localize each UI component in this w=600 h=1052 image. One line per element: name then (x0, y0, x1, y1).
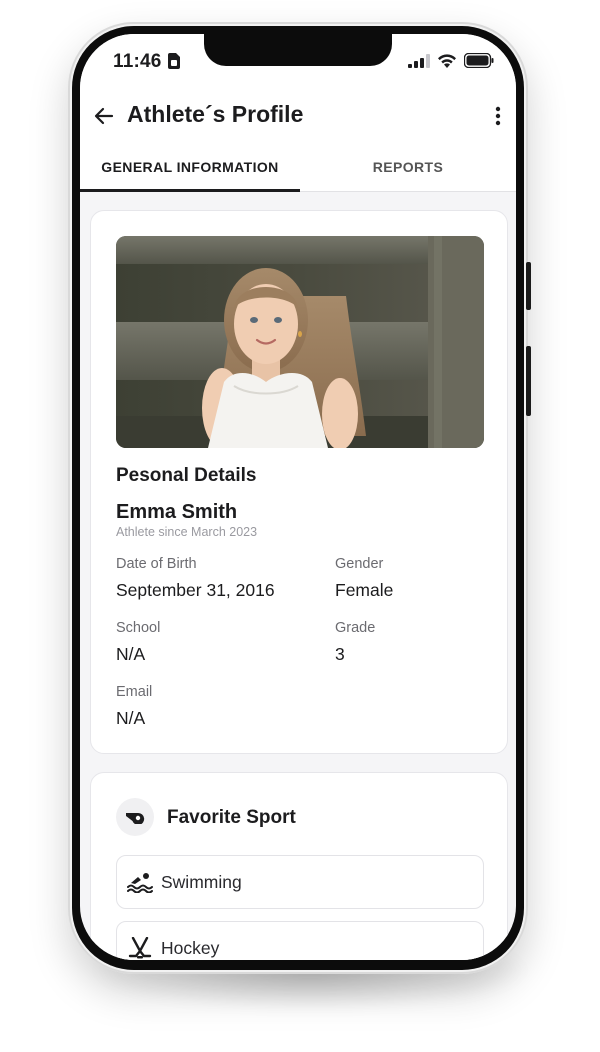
sport-item-swimming[interactable]: Swimming (116, 855, 484, 909)
school-value: N/A (116, 644, 146, 664)
tab-reports[interactable]: REPORTS (300, 142, 516, 192)
email-value: N/A (116, 708, 146, 728)
swimming-icon (127, 871, 153, 898)
school-label: School (116, 620, 161, 636)
tab-selected-indicator (80, 189, 300, 192)
page-title: Athlete´s Profile (127, 101, 304, 127)
tab-bar: GENERAL INFORMATION REPORTS (80, 142, 516, 192)
sport-item-hockey[interactable]: Hockey (116, 921, 484, 960)
side-button-volume (526, 262, 531, 310)
sport-item-label: Swimming (161, 872, 242, 892)
cellular-signal-icon (408, 53, 430, 73)
personal-details-heading: Pesonal Details (116, 465, 257, 486)
phone-screen: 11:46 Athlete´s Profile GENERAL INFORMAT… (80, 34, 516, 960)
gender-label: Gender (335, 556, 384, 572)
more-options-button[interactable] (492, 104, 504, 128)
gender-value: Female (335, 580, 394, 600)
tab-general-information[interactable]: GENERAL INFORMATION (80, 142, 300, 192)
app-bar: Athlete´s Profile (80, 90, 516, 142)
dob-label: Date of Birth (116, 556, 197, 572)
personal-details-card: Pesonal Details Emma Smith Athlete since… (90, 210, 508, 754)
whistle-icon (126, 812, 145, 824)
favorite-sport-card: Favorite Sport Swimming Hockey (90, 772, 508, 960)
favorite-sport-heading: Favorite Sport (167, 807, 296, 828)
grade-label: Grade (335, 620, 376, 636)
sim-card-icon (168, 53, 180, 74)
wifi-icon (437, 53, 457, 73)
hockey-icon (127, 936, 153, 960)
phone-notch (204, 34, 392, 66)
dob-value: September 31, 2016 (116, 580, 275, 600)
status-icons (408, 52, 494, 73)
athlete-photo (116, 236, 484, 448)
athlete-since: Athlete since March 2023 (116, 525, 258, 539)
sport-item-label: Hockey (161, 938, 220, 958)
athlete-name: Emma Smith (116, 501, 238, 523)
back-button[interactable] (92, 104, 116, 128)
arrow-back-icon (94, 107, 114, 125)
more-vertical-icon (495, 106, 501, 126)
whistle-icon-wrap (116, 798, 154, 836)
status-time: 11:46 (113, 51, 162, 72)
battery-icon (463, 52, 494, 73)
side-button-power (526, 346, 531, 416)
email-label: Email (116, 684, 153, 700)
grade-value: 3 (335, 644, 345, 664)
